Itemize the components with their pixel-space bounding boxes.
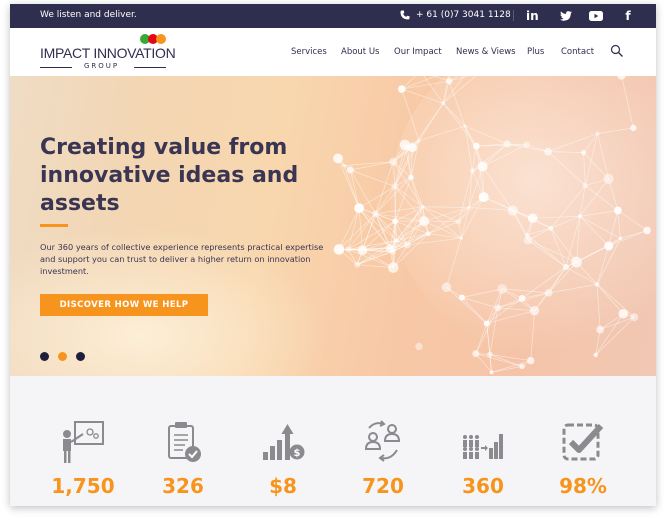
hero-title: Creating value from innovative ideas and… [40,135,299,216]
checkbox-icon [562,423,604,461]
hero-description: Our 360 years of collective experience r… [40,242,324,276]
nav-item-contact[interactable]: Contact [561,47,594,57]
title-underline [40,224,68,227]
nav-item-our-impact[interactable]: Our Impact [394,47,442,57]
logo-dots [140,34,166,44]
browser-page: We listen and deliver. + 61 (0)7 3041 11… [10,4,656,506]
people-exchange-icon [364,420,401,462]
logo-subtitle: GROUP [84,62,120,70]
facebook-icon[interactable]: f [622,8,634,24]
logo-group: GROUP [40,62,166,72]
site-header: IMPACT INNOVATION GROUP Services About U… [10,28,656,76]
logo[interactable]: IMPACT INNOVATION GROUP [40,34,176,72]
slider-dots [40,352,85,361]
phone-icon [400,10,410,20]
twitter-icon[interactable] [558,8,574,24]
stat-item: 720 [333,376,433,506]
network-graphic [333,76,651,375]
phone-link[interactable]: + 61 (0)7 3041 1128 [400,10,511,20]
nav-item-about-us[interactable]: About Us [341,47,379,57]
discover-button[interactable]: DISCOVER HOW WE HELP [40,294,208,316]
stats-section: 1,750 326 $ $8 720 360 98% [10,376,656,506]
clipboard-check-icon [168,422,201,462]
divider [513,10,514,21]
slide-dot[interactable] [76,352,85,361]
stat-item: $ $8 [233,376,333,506]
stat-value: 720 [362,474,404,498]
team-growth-icon [463,434,503,459]
nav-item-plus[interactable]: Plus [527,47,544,57]
top-bar: We listen and deliver. + 61 (0)7 3041 11… [10,4,656,28]
stat-item: 1,750 [33,376,133,506]
stat-value: 1,750 [51,474,115,498]
stat-item: 360 [433,376,533,506]
stat-value: 360 [462,474,504,498]
stat-value: 326 [162,474,204,498]
linkedin-icon[interactable]: in [526,8,539,24]
youtube-icon[interactable] [588,8,604,24]
svg-text:$: $ [294,448,301,459]
tagline: We listen and deliver. [40,10,137,20]
logo-name: IMPACT INNOVATION [40,45,176,61]
stat-item: 326 [133,376,233,506]
search-icon[interactable] [610,44,624,58]
slide-dot-active[interactable] [58,352,67,361]
phone-number: + 61 (0)7 3041 1128 [416,10,511,20]
nav-item-services[interactable]: Services [291,47,327,57]
logo-dot [156,34,166,44]
nav-item-news-views[interactable]: News & Views [456,47,516,57]
presentation-icon [63,421,104,463]
stat-value: 98% [559,474,607,498]
hero-banner: Creating value from innovative ideas and… [10,76,656,376]
stat-item: 98% [533,376,633,506]
slide-dot[interactable] [40,352,49,361]
stat-value: $8 [269,474,297,498]
growth-dollar-icon: $ [263,424,305,460]
